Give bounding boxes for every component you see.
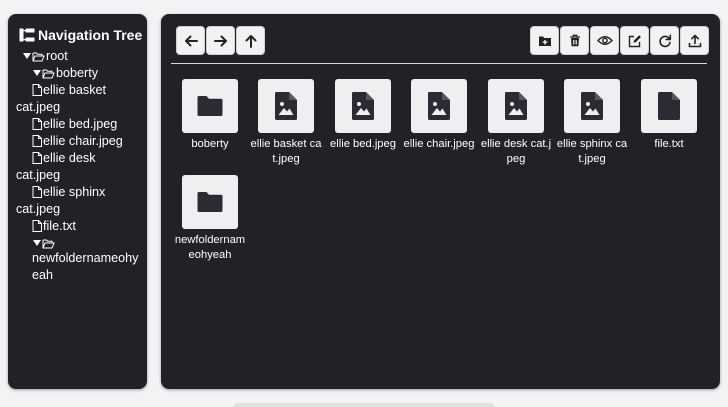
up-button[interactable] [236,26,265,55]
file-icon [32,135,42,147]
navigation-tree-header: Navigation Tree [19,24,147,46]
file-tile[interactable] [258,79,314,133]
arrow-up-icon [245,34,256,48]
folder-icon [197,192,223,212]
view-button[interactable] [590,26,619,55]
file-icon [32,118,42,130]
image-file-item[interactable]: ellie desk cat.jpeg [478,79,554,167]
file-tile[interactable] [488,79,544,133]
caret-down-icon[interactable] [32,70,42,76]
item-label: ellie bed.jpeg [330,138,396,150]
file-icon [32,152,42,164]
forward-button[interactable] [206,26,235,55]
tree-node-newfolder[interactable] [8,235,147,250]
tree-file-item[interactable]: ellie desk cat.jpeg [8,150,147,184]
item-label: ellie desk cat.jpeg [480,138,552,165]
eye-icon [596,36,613,45]
image-file-icon [428,92,450,120]
image-file-item[interactable]: ellie chair.jpeg [401,79,477,152]
tree-node-newfolder-label: newfoldernameohy [32,251,139,265]
new-folder-button[interactable] [530,26,559,55]
text-file-item[interactable]: file.txt [631,79,707,152]
back-button[interactable] [176,26,205,55]
folder-open-icon [42,239,55,249]
tree-file-label: ellie basket [43,83,107,97]
tree-node-boberty-label: boberty [56,66,99,80]
image-file-item[interactable]: ellie basket cat.jpeg [248,79,324,167]
edit-icon [628,34,641,47]
item-label: file.txt [654,138,684,150]
tree-file-label: ellie bed.jpeg [43,117,118,131]
file-icon [32,220,42,232]
folder-icon [197,96,223,116]
file-icon [658,92,680,120]
tree-file-label-cont: cat.jpeg [16,202,61,216]
item-label: boberty [191,138,229,150]
image-file-icon [505,92,527,120]
navigation-tree-title: Navigation Tree [38,27,143,43]
image-file-item[interactable]: ellie sphinx cat.jpeg [554,79,630,167]
item-label: ellie sphinx cat.jpeg [556,138,628,165]
file-browser-panel: boberty ellie basket cat.jpeg ellie bed.… [161,14,720,389]
upload-button[interactable] [680,26,709,55]
horizontal-scrollbar[interactable] [234,403,494,407]
image-file-icon [275,92,297,120]
image-file-icon [581,92,603,120]
item-label: ellie chair.jpeg [403,138,475,150]
folder-open-icon [32,52,45,62]
item-label: ellie basket cat.jpeg [250,138,322,165]
refresh-icon [658,34,671,47]
toolbar-divider [171,63,707,64]
trash-icon [569,34,580,47]
file-tile[interactable] [564,79,620,133]
tree-node-root[interactable]: root [8,48,147,65]
folder-open-icon [42,69,55,79]
folder-item[interactable]: boberty [172,79,248,152]
file-icon [32,84,42,96]
file-icon [32,186,42,198]
rename-button[interactable] [620,26,649,55]
file-tile[interactable] [335,79,391,133]
tree-file-item[interactable]: file.txt [8,218,147,235]
folder-plus-icon [538,36,551,46]
arrow-right-icon [213,35,227,46]
image-file-icon [352,92,374,120]
upload-icon [688,34,701,47]
tree-file-label-cont: cat.jpeg [16,168,61,182]
caret-down-icon[interactable] [32,240,42,246]
tree-node-root-label: root [46,49,68,63]
image-file-item[interactable]: ellie bed.jpeg [325,79,401,152]
tree-file-item[interactable]: ellie chair.jpeg [8,133,147,150]
tree-file-item[interactable]: ellie bed.jpeg [8,116,147,133]
arrow-left-icon [184,35,198,46]
folder-tile[interactable] [182,79,238,133]
item-label: newfoldernameohyeah [174,234,246,261]
refresh-button[interactable] [650,26,679,55]
tree-file-label: file.txt [43,219,76,233]
tree-structure-icon [19,28,35,42]
folder-item[interactable]: newfoldernameohyeah [172,175,248,263]
tree-file-label: ellie desk [43,151,96,165]
folder-tile[interactable] [182,175,238,229]
file-tile[interactable] [641,79,697,133]
tree-node-newfolder-label-cont: eah [32,268,54,282]
tree-file-label: ellie sphinx [43,185,106,199]
caret-down-icon[interactable] [22,53,32,59]
navigation-tree-panel: Navigation Tree root boberty ellie baske… [8,14,147,389]
tree-file-item[interactable]: ellie sphinx cat.jpeg [8,184,147,218]
tree-file-label-cont: cat.jpeg [16,100,61,114]
tree-node-boberty[interactable]: boberty [8,65,147,82]
tree-file-item[interactable]: ellie basket cat.jpeg [8,82,147,116]
file-tile[interactable] [411,79,467,133]
tree-file-label: ellie chair.jpeg [43,134,123,148]
delete-button[interactable] [560,26,589,55]
